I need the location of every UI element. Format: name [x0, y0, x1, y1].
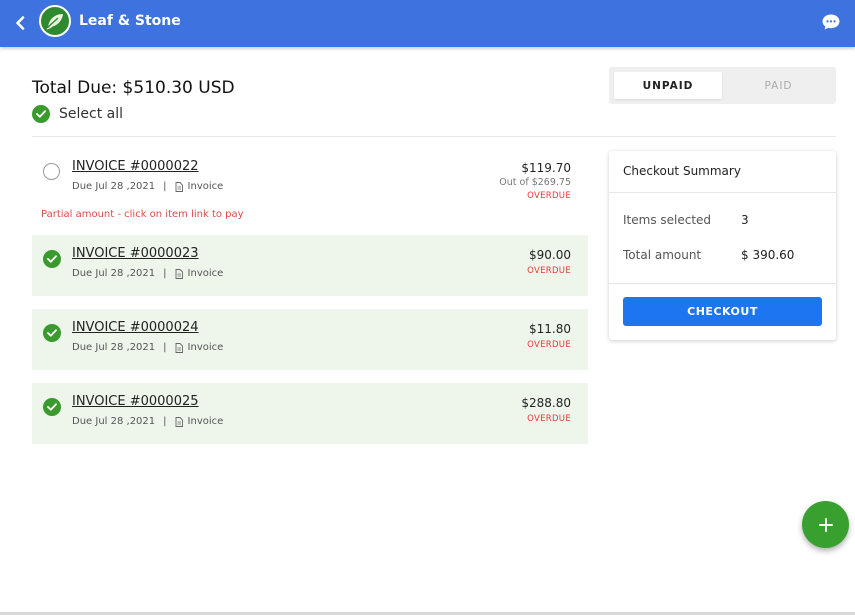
invoice-amount: $288.80 — [521, 396, 571, 410]
invoice-meta: Due Jul 28 ,2021 | Invoice — [72, 416, 223, 427]
select-all-label: Select all — [59, 106, 123, 122]
status-badge: OVERDUE — [527, 414, 571, 424]
radio-unchecked-icon[interactable] — [43, 163, 60, 180]
check-circle-icon[interactable] — [43, 324, 61, 342]
payment-status-tabs: UNPAID PAID — [609, 67, 836, 104]
meta-separator: | — [163, 268, 167, 279]
divider — [32, 136, 836, 137]
check-circle-icon[interactable] — [43, 250, 61, 268]
add-button[interactable] — [802, 501, 849, 548]
document-icon — [175, 181, 183, 192]
invoice-type: Invoice — [187, 268, 224, 279]
due-date: Due Jul 28 ,2021 — [72, 181, 156, 192]
chat-bubble-icon — [822, 14, 840, 30]
invoice-amount: $119.70 — [521, 161, 571, 175]
checkout-summary-title: Checkout Summary — [623, 164, 741, 178]
invoice-link[interactable]: INVOICE #0000024 — [72, 320, 199, 335]
invoice-amount: $11.80 — [529, 322, 571, 336]
invoice-amount: $90.00 — [529, 248, 571, 262]
invoice-type: Invoice — [187, 181, 224, 192]
due-date: Due Jul 28 ,2021 — [72, 342, 156, 353]
checkout-summary-card: Checkout Summary Items selected 3 Total … — [609, 151, 836, 340]
meta-separator: | — [163, 416, 167, 427]
tab-unpaid[interactable]: UNPAID — [614, 72, 722, 99]
partial-amount-note: Partial amount - click on item link to p… — [41, 209, 244, 220]
divider — [609, 192, 836, 193]
invoice-link[interactable]: INVOICE #0000023 — [72, 246, 199, 261]
total-amount-value: $ 390.60 — [741, 248, 795, 262]
leaf-logo-icon — [46, 14, 63, 30]
check-circle-icon[interactable] — [43, 398, 61, 416]
invoice-meta: Due Jul 28 ,2021 | Invoice — [72, 268, 223, 279]
invoice-row: INVOICE #0000025 Due Jul 28 ,2021 | Invo… — [32, 383, 588, 444]
chat-button[interactable] — [821, 12, 841, 32]
document-icon — [175, 416, 183, 427]
back-button[interactable] — [10, 12, 30, 34]
invoice-meta: Due Jul 28 ,2021 | Invoice — [72, 342, 223, 353]
invoice-row: INVOICE #0000024 Due Jul 28 ,2021 | Invo… — [32, 309, 588, 370]
divider — [609, 283, 836, 284]
invoice-type: Invoice — [187, 416, 224, 427]
document-icon — [175, 342, 183, 353]
tab-paid[interactable]: PAID — [726, 72, 831, 99]
status-badge: OVERDUE — [527, 191, 571, 201]
invoice-row: INVOICE #0000023 Due Jul 28 ,2021 | Invo… — [32, 235, 588, 296]
meta-separator: | — [163, 181, 167, 192]
invoice-out-of: Out of $269.75 — [499, 177, 571, 188]
invoice-meta: Due Jul 28 ,2021 | Invoice — [72, 181, 223, 192]
chevron-left-icon — [16, 16, 25, 30]
document-icon — [175, 268, 183, 279]
check-circle-icon — [32, 105, 50, 123]
invoice-link[interactable]: INVOICE #0000022 — [72, 159, 199, 174]
checkout-button[interactable]: CHECKOUT — [623, 297, 822, 326]
total-due: Total Due: $510.30 USD — [32, 78, 235, 98]
brand-name: Leaf & Stone — [79, 13, 181, 29]
meta-separator: | — [163, 342, 167, 353]
status-badge: OVERDUE — [527, 340, 571, 350]
plus-icon — [818, 517, 833, 532]
status-badge: OVERDUE — [527, 266, 571, 276]
select-all-checkbox[interactable]: Select all — [32, 105, 123, 123]
total-amount-label: Total amount — [623, 248, 702, 262]
items-selected-value: 3 — [741, 213, 749, 227]
items-selected-label: Items selected — [623, 213, 712, 227]
invoice-type: Invoice — [187, 342, 224, 353]
invoice-link[interactable]: INVOICE #0000025 — [72, 394, 199, 409]
due-date: Due Jul 28 ,2021 — [72, 268, 156, 279]
top-bar: Leaf & Stone — [0, 0, 855, 47]
brand-logo — [39, 5, 71, 37]
due-date: Due Jul 28 ,2021 — [72, 416, 156, 427]
invoice-row: INVOICE #0000022 Due Jul 28 ,2021 | Invo… — [32, 148, 588, 209]
